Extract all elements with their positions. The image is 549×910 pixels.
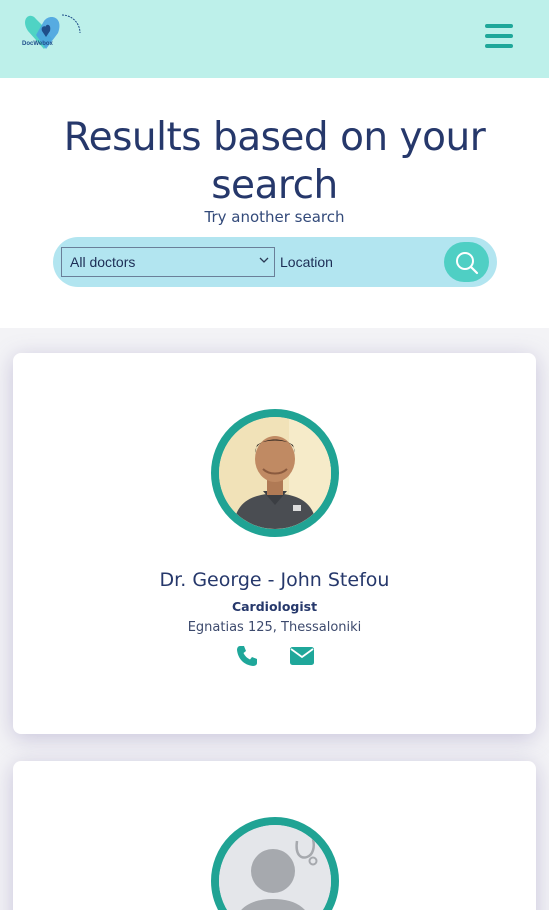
doctor-address: Egnatias 125, Thessaloniki <box>187 620 362 635</box>
logo-text: DocWebox <box>22 41 53 47</box>
search-icon <box>456 252 479 275</box>
doctor-type-select[interactable]: All doctors <box>61 247 275 277</box>
doctor-card[interactable] <box>13 761 536 910</box>
phone-icon[interactable] <box>235 644 259 668</box>
search-hero: Results based on your search Try another… <box>0 78 549 328</box>
search-bar: All doctors Location <box>53 237 497 287</box>
doctor-photo-placeholder <box>211 817 339 910</box>
page-title: Results based on your search <box>20 114 529 210</box>
try-another-search-text: Try another search <box>204 208 345 226</box>
menu-icon[interactable] <box>485 24 513 48</box>
chevron-down-icon <box>259 257 269 263</box>
logo-heart-icon <box>25 14 81 49</box>
user-placeholder-icon <box>219 825 331 910</box>
doctor-name[interactable]: Dr. George - John Stefou <box>13 569 536 591</box>
logo[interactable]: DocWebox <box>22 11 84 59</box>
search-button[interactable] <box>444 242 489 282</box>
doctor-card[interactable]: Dr. George - John Stefou Cardiologist Eg… <box>13 353 536 734</box>
site-header: DocWebox <box>0 0 549 78</box>
doctor-portrait <box>219 417 331 529</box>
doctor-type-select-value: All doctors <box>70 254 136 270</box>
page-title-line2: search <box>211 163 338 208</box>
doctor-photo <box>211 409 339 537</box>
page-title-line1: Results based on your <box>63 115 486 160</box>
doctor-specialty: Cardiologist <box>231 599 318 614</box>
mail-icon[interactable] <box>290 647 314 665</box>
location-input[interactable]: Location <box>280 247 440 277</box>
